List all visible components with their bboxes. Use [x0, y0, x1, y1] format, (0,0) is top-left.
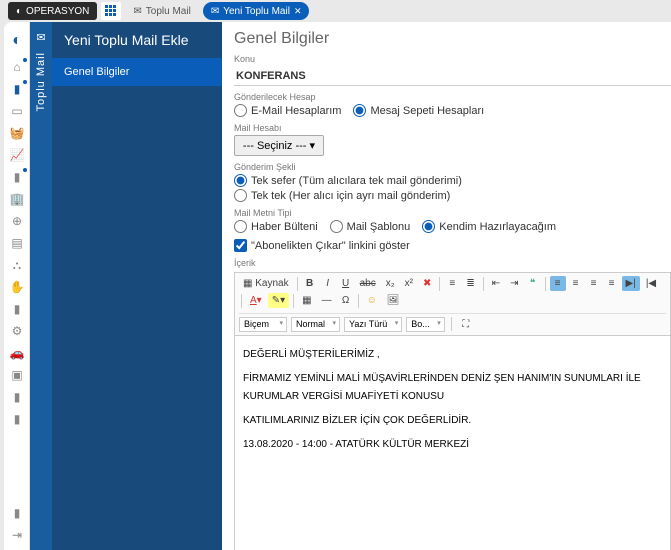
format-dropdown[interactable]: Normal — [291, 317, 340, 332]
note-icon[interactable]: ▮ — [4, 78, 30, 100]
source-button[interactable]: ▦ Kaynak — [239, 276, 293, 291]
tab-yeni-toplu-mail[interactable]: ✉ Yeni Toplu Mail ✕ — [203, 2, 310, 20]
radio-tek-tek[interactable]: Tek tek (Her alıcı için ayrı mail gönder… — [234, 189, 671, 202]
tab-label: Toplu Mail — [146, 6, 191, 17]
car-icon[interactable]: 🚗 — [4, 342, 30, 364]
subject-label: Konu — [234, 54, 671, 64]
item-icon[interactable]: ▮ — [4, 502, 30, 524]
doc-icon[interactable]: ▮ — [4, 166, 30, 188]
size-dropdown[interactable]: Bo... — [406, 317, 445, 332]
side-content: Yeni Toplu Mail Ekle Genel Bilgiler — [52, 22, 222, 550]
iconbar: ◐ ⌂ ▮ ▭ 🧺 📈 ▮ 🏢 ⊕ ▤ ⛬ ✋ ▮ ⚙ 🚗 ▣ ▮ ▮ ▮ ⇥ — [4, 22, 30, 550]
mail-icon: ✉ — [32, 28, 50, 46]
emoji-button[interactable]: ☺ — [363, 293, 381, 308]
image-button[interactable]: 🖼 — [383, 293, 404, 308]
radio-mail-sablonu[interactable]: Mail Şablonu — [330, 220, 411, 233]
chart-icon[interactable]: 📈 — [4, 144, 30, 166]
removeformat-button[interactable]: ✖ — [419, 276, 435, 291]
outdent-button[interactable]: ⇤ — [488, 276, 504, 291]
page-title: Genel Bilgiler — [234, 30, 671, 48]
vertical-tab[interactable]: ✉ Toplu Mail — [30, 22, 52, 550]
editor-line: KATILIMLARINIZ BİZLER İÇİN ÇOK DEĞERLİDİ… — [243, 412, 662, 430]
brand-badge: ◐ OPERASYON — [8, 2, 97, 20]
bullist-button[interactable]: ≣ — [462, 276, 478, 291]
apps-grid-button[interactable] — [101, 2, 121, 20]
content-label: İçerik — [234, 258, 671, 268]
hr-button[interactable]: ― — [318, 293, 336, 308]
bold-button[interactable]: B — [302, 276, 318, 291]
special-button[interactable]: Ω — [338, 293, 354, 308]
unsubscribe-checkbox[interactable]: "Abonelikten Çıkar" linkini göster — [234, 239, 671, 252]
table-button[interactable]: ▦ — [298, 293, 315, 308]
account-label: Gönderilecek Hesap — [234, 92, 671, 102]
item-icon[interactable]: ▮ — [4, 386, 30, 408]
align-right-button[interactable]: ≡ — [586, 276, 602, 291]
gear-icon[interactable]: ⚙ — [4, 320, 30, 342]
bodytype-label: Mail Metni Tipi — [234, 208, 671, 218]
strike-button[interactable]: abc — [356, 276, 380, 291]
indent-button[interactable]: ⇥ — [506, 276, 522, 291]
topbar: ◐ OPERASYON ✉ Toplu Mail ✉ Yeni Toplu Ma… — [0, 0, 671, 22]
file-icon[interactable]: ▮ — [4, 298, 30, 320]
align-center-button[interactable]: ≡ — [568, 276, 584, 291]
building-icon[interactable]: 🏢 — [4, 188, 30, 210]
side-header: Yeni Toplu Mail Ekle — [52, 22, 222, 58]
radio-kendim[interactable]: Kendim Hazırlayacağım — [422, 220, 556, 233]
italic-button[interactable]: I — [320, 276, 336, 291]
textcolor-button[interactable]: A▾ — [246, 293, 266, 308]
maximize-button[interactable]: ⛶ — [458, 317, 474, 332]
logout-icon[interactable]: ⇥ — [4, 524, 30, 546]
editor-body[interactable]: DEĞERLİ MÜŞTERİLERİMİZ , FİRMAMIZ YEMİNL… — [234, 335, 671, 550]
editor-line: DEĞERLİ MÜŞTERİLERİMİZ , — [243, 346, 662, 364]
subject-input[interactable] — [234, 67, 671, 86]
quote-button[interactable]: ❝ — [525, 276, 541, 291]
android-icon[interactable]: ▣ — [4, 364, 30, 386]
editor-line: 13.08.2020 - 14:00 - ATATÜRK KÜLTÜR MERK… — [243, 436, 662, 454]
direction-rtl-button[interactable]: |◀ — [642, 276, 660, 291]
superscript-button[interactable]: x² — [401, 276, 417, 291]
basket-icon[interactable]: 🧺 — [4, 122, 30, 144]
book-icon[interactable]: ▤ — [4, 232, 30, 254]
align-justify-button[interactable]: ≡ — [604, 276, 620, 291]
radio-tek-sefer[interactable]: Tek sefer (Tüm alıcılara tek mail gönder… — [234, 174, 671, 187]
globe-icon[interactable]: ⊕ — [4, 210, 30, 232]
bgcolor-button[interactable]: ✎▾ — [268, 293, 289, 308]
brand-label: OPERASYON — [26, 6, 89, 17]
side-item-genel-bilgiler[interactable]: Genel Bilgiler — [52, 58, 222, 86]
app-logo[interactable]: ◐ — [4, 26, 30, 56]
mailacct-select[interactable]: --- Seçiniz --- ▾ — [234, 135, 324, 156]
hand-icon[interactable]: ✋ — [4, 276, 30, 298]
mailacct-label: Mail Hesabı — [234, 123, 671, 133]
card-icon[interactable]: ▭ — [4, 100, 30, 122]
align-left-button[interactable]: ≡ — [550, 276, 566, 291]
home-icon[interactable]: ⌂ — [4, 56, 30, 78]
close-icon[interactable]: ✕ — [294, 6, 302, 17]
editor-line: FİRMAMIZ YEMİNLİ MALİ MÜŞAVİRLERİNDEN DE… — [243, 370, 662, 406]
sidepanel: ✉ Toplu Mail Yeni Toplu Mail Ekle Genel … — [30, 22, 222, 550]
vertical-tab-label: Toplu Mail — [35, 52, 47, 112]
numlist-button[interactable]: ≡ — [444, 276, 460, 291]
brand-icon: ◐ — [16, 6, 22, 17]
radio-haber-bulteni[interactable]: Haber Bülteni — [234, 220, 318, 233]
radio-mesaj-sepeti[interactable]: Mesaj Sepeti Hesapları — [353, 104, 484, 117]
main-content: Genel Bilgiler Konu Gönderilecek Hesap E… — [222, 22, 671, 550]
underline-button[interactable]: U — [338, 276, 354, 291]
direction-button[interactable]: ▶| — [622, 276, 640, 291]
item-icon[interactable]: ▮ — [4, 408, 30, 430]
tab-toplu-mail[interactable]: ✉ Toplu Mail — [125, 2, 198, 20]
mail-icon: ✉ — [211, 6, 219, 17]
app-shell: ◐ ⌂ ▮ ▭ 🧺 📈 ▮ 🏢 ⊕ ▤ ⛬ ✋ ▮ ⚙ 🚗 ▣ ▮ ▮ ▮ ⇥ … — [4, 22, 671, 550]
style-dropdown[interactable]: Biçem — [239, 317, 287, 332]
subscript-button[interactable]: x₂ — [382, 276, 399, 291]
sendtype-label: Gönderim Şekli — [234, 162, 671, 172]
people-icon[interactable]: ⛬ — [4, 254, 30, 276]
mail-icon: ✉ — [133, 6, 141, 17]
tab-label: Yeni Toplu Mail — [223, 6, 290, 17]
editor-toolbar: ▦ Kaynak B I U abc x₂ x² ✖ ≡ ≣ ⇤ ⇥ ❝ ≡ ≡… — [234, 272, 671, 335]
font-dropdown[interactable]: Yazı Türü — [344, 317, 402, 332]
radio-email-hesaplarim[interactable]: E-Mail Hesaplarım — [234, 104, 341, 117]
